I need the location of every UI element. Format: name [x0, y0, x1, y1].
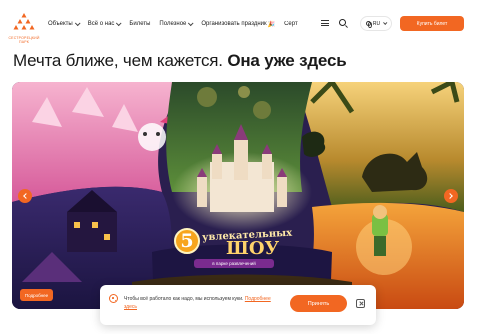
site-header: СЕСТРОРЕЦКИЙ ПАРК Объекты Всё о нас Биле…	[0, 0, 480, 46]
carousel-prev-button[interactable]	[18, 189, 32, 203]
nav-item-label: Серт	[284, 21, 298, 27]
title-bold: Она уже здесь	[227, 51, 347, 70]
nav-item-label: Всё о нас	[87, 21, 115, 27]
nav-item-party[interactable]: Организовать праздник 🎉	[201, 21, 275, 28]
nav-item-label: Билеты	[129, 21, 151, 27]
cookie-accept-button[interactable]: Принять	[290, 295, 347, 312]
title-regular: Мечта ближе, чем кажется.	[13, 51, 223, 70]
nav-item-label: Организовать праздник	[201, 21, 267, 27]
buy-ticket-button[interactable]: Купить билет	[400, 16, 464, 31]
chevron-down-icon	[188, 20, 194, 27]
page-title: Мечта ближе, чем кажется. Она уже здесь	[13, 51, 347, 71]
globe-icon	[365, 21, 372, 29]
hamburger-icon[interactable]	[321, 20, 329, 26]
cookie-icon	[109, 294, 118, 303]
main-nav: Объекты Всё о нас Билеты Полезное Органи…	[48, 18, 312, 30]
nav-item-label: Объекты	[48, 21, 73, 27]
nav-item-certificates[interactable]: Серт	[284, 21, 312, 27]
banner-more-button[interactable]: Подробнее	[20, 289, 53, 301]
nav-item-tickets[interactable]: Билеты	[129, 21, 150, 27]
show-line-2: ШОУ	[226, 238, 280, 259]
show-promo-text: 5 увлекательных ШОУ в парке развлечений	[172, 226, 296, 272]
nav-item-label: Полезное	[159, 21, 187, 27]
chevron-down-icon	[116, 20, 122, 27]
close-icon[interactable]	[356, 299, 365, 308]
nav-item-useful[interactable]: Полезное	[159, 20, 194, 27]
show-number: 5	[174, 228, 200, 254]
language-label: RU	[372, 20, 381, 27]
cookie-message: Чтобы всё работало как надо, мы использу…	[124, 296, 244, 302]
show-line-3: в парке развлечений	[194, 259, 274, 268]
logo-icon	[13, 13, 35, 30]
chevron-right-icon	[447, 193, 453, 199]
cookie-text: Чтобы всё работало как надо, мы использу…	[124, 295, 284, 311]
nav-item-about[interactable]: Всё о нас	[87, 20, 122, 27]
chevron-down-icon	[74, 20, 81, 27]
carousel-next-button[interactable]	[444, 189, 458, 203]
nav-item-objects[interactable]: Объекты	[48, 20, 81, 27]
banner-illustration	[12, 82, 464, 309]
search-button[interactable]	[334, 15, 354, 33]
hero-banner[interactable]: 5 увлекательных ШОУ в парке развлечений …	[12, 82, 464, 309]
chevron-left-icon	[23, 193, 29, 199]
chevron-down-icon	[383, 20, 388, 25]
cookie-banner: Чтобы всё работало как надо, мы использу…	[100, 285, 376, 325]
language-select[interactable]: RU	[360, 16, 392, 31]
logo-text: СЕСТРОРЕЦКИЙ ПАРК	[8, 36, 40, 44]
party-emoji-icon: 🎉	[267, 21, 276, 28]
